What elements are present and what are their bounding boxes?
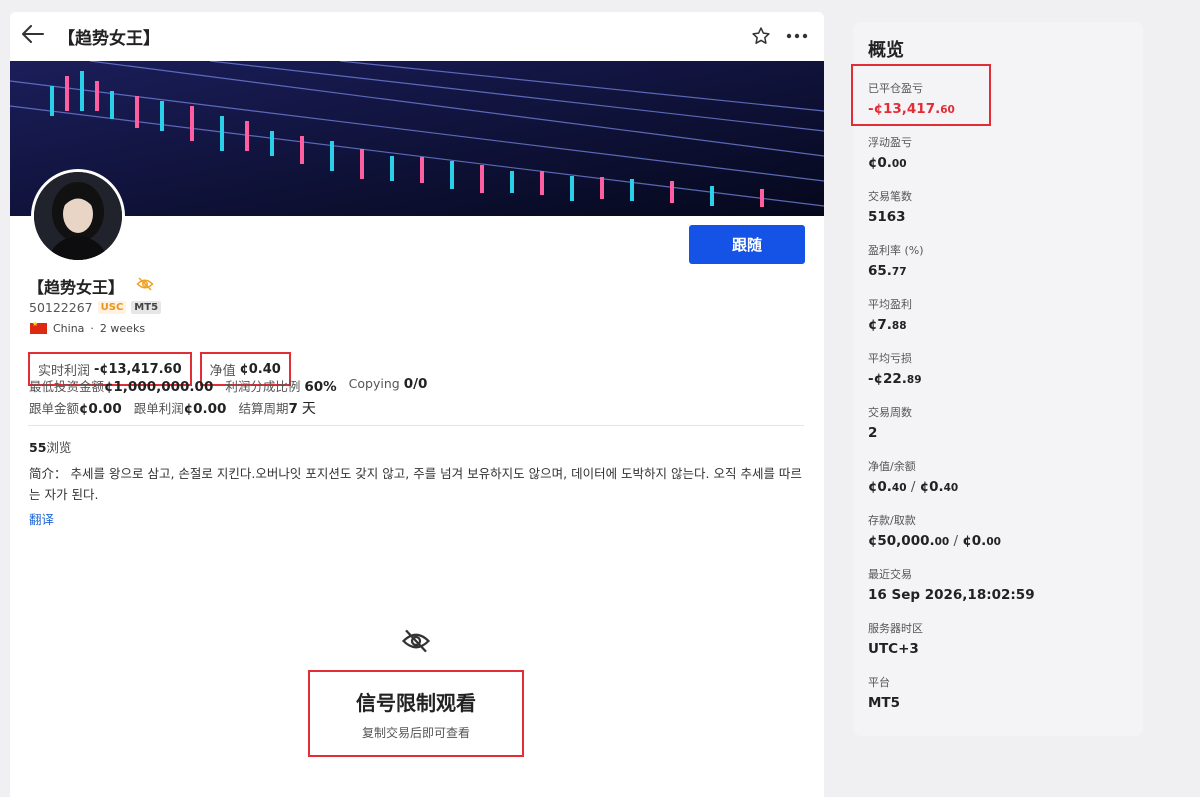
restricted-subtitle: 复制交易后即可查看 xyxy=(361,725,470,740)
settle-value: 7 xyxy=(288,401,298,417)
account-id: 50122267 xyxy=(29,300,93,315)
platform-badge: MT5 xyxy=(131,301,162,314)
china-flag-icon xyxy=(30,320,47,334)
more-icon[interactable] xyxy=(786,25,808,47)
copying-value: 0/0 xyxy=(403,376,428,392)
country: China xyxy=(53,322,85,335)
trader-name: 【趋势女王】 xyxy=(28,278,125,297)
divider xyxy=(28,425,804,426)
avg-profit: 平均盈利 ¢7.88 xyxy=(868,298,912,333)
account-age: 2 weeks xyxy=(99,322,146,335)
realtime-profit-value: -¢13,417.60 xyxy=(94,361,182,377)
overview-panel: 概览 已平仓盈亏 -¢13,417.60 浮动盈亏 ¢0.00 交易笔数 516… xyxy=(853,22,1143,736)
top-actions xyxy=(750,25,808,47)
min-invest-value: ¢1,000,000.00 xyxy=(104,379,214,395)
profit-share-value: 60% xyxy=(304,379,337,395)
avg-loss: 平均亏损 -¢22.89 xyxy=(868,352,922,387)
server-timezone: 服务器时区 UTC+3 xyxy=(868,622,923,657)
main-panel: 【趋势女王】 跟随 【趋势女王】 50122267 USC MT5 ★ Chin… xyxy=(10,12,824,797)
intro-label: 简介： xyxy=(29,466,67,481)
trade-count: 交易笔数 5163 xyxy=(868,190,912,225)
top-bar: 【趋势女王】 xyxy=(10,12,824,61)
follow-button[interactable]: 跟随 xyxy=(689,225,805,264)
intro-text: 추세를 왕으로 삼고, 손절로 지킨다.오버나잇 포지션도 갖지 않고, 주를 … xyxy=(29,466,802,502)
overview-title: 概览 xyxy=(868,40,904,61)
currency-badge: USC xyxy=(97,301,127,314)
win-rate: 盈利率 (%) 65.77 xyxy=(868,244,924,279)
platform: 平台 MT5 xyxy=(868,676,901,711)
follow-row: 跟单金额¢0.00 跟单利润¢0.00 结算周期7 天 xyxy=(29,401,316,417)
avatar xyxy=(31,169,125,263)
floating-pnl: 浮动盈亏 ¢0.00 xyxy=(868,136,912,171)
equity-value: ¢0.40 xyxy=(239,361,281,377)
follow-profit-value: ¢0.00 xyxy=(183,401,227,417)
location-row: China · 2 weeks xyxy=(30,320,146,335)
eye-off-icon xyxy=(401,628,431,658)
closed-pnl-highlight xyxy=(851,64,991,126)
last-trade: 最近交易 16 Sep 2026,18:02:59 xyxy=(868,568,1035,603)
intro: 简介： 추세를 왕으로 삼고, 손절로 지킨다.오버나잇 포지션도 갖지 않고,… xyxy=(29,463,811,505)
restricted-notice: 信号限制观看 复制交易后即可查看 xyxy=(308,670,524,757)
follow-amount-value: ¢0.00 xyxy=(79,401,122,417)
arrow-left-icon[interactable] xyxy=(22,24,52,49)
star-icon[interactable] xyxy=(750,25,772,47)
investment-row: 最低投资金额¢1,000,000.00 利润分成比例 60% Copying 0… xyxy=(29,376,428,395)
account-row: 50122267 USC MT5 xyxy=(29,300,162,315)
profile-banner xyxy=(10,61,824,216)
translate-link[interactable]: 翻译 xyxy=(29,509,54,528)
trade-weeks: 交易周数 2 xyxy=(868,406,912,441)
deposit-withdraw: 存款/取款 ¢50,000.00 / ¢0.00 xyxy=(868,514,1001,549)
views-count: 55浏览 xyxy=(29,440,72,455)
equity-balance: 净值/余额 ¢0.40 / ¢0.40 xyxy=(868,460,959,495)
page-title: 【趋势女王】 xyxy=(58,29,160,49)
name-row: 【趋势女王】 xyxy=(28,274,154,298)
restricted-title: 信号限制观看 xyxy=(356,690,476,715)
eye-off-icon xyxy=(136,276,154,296)
